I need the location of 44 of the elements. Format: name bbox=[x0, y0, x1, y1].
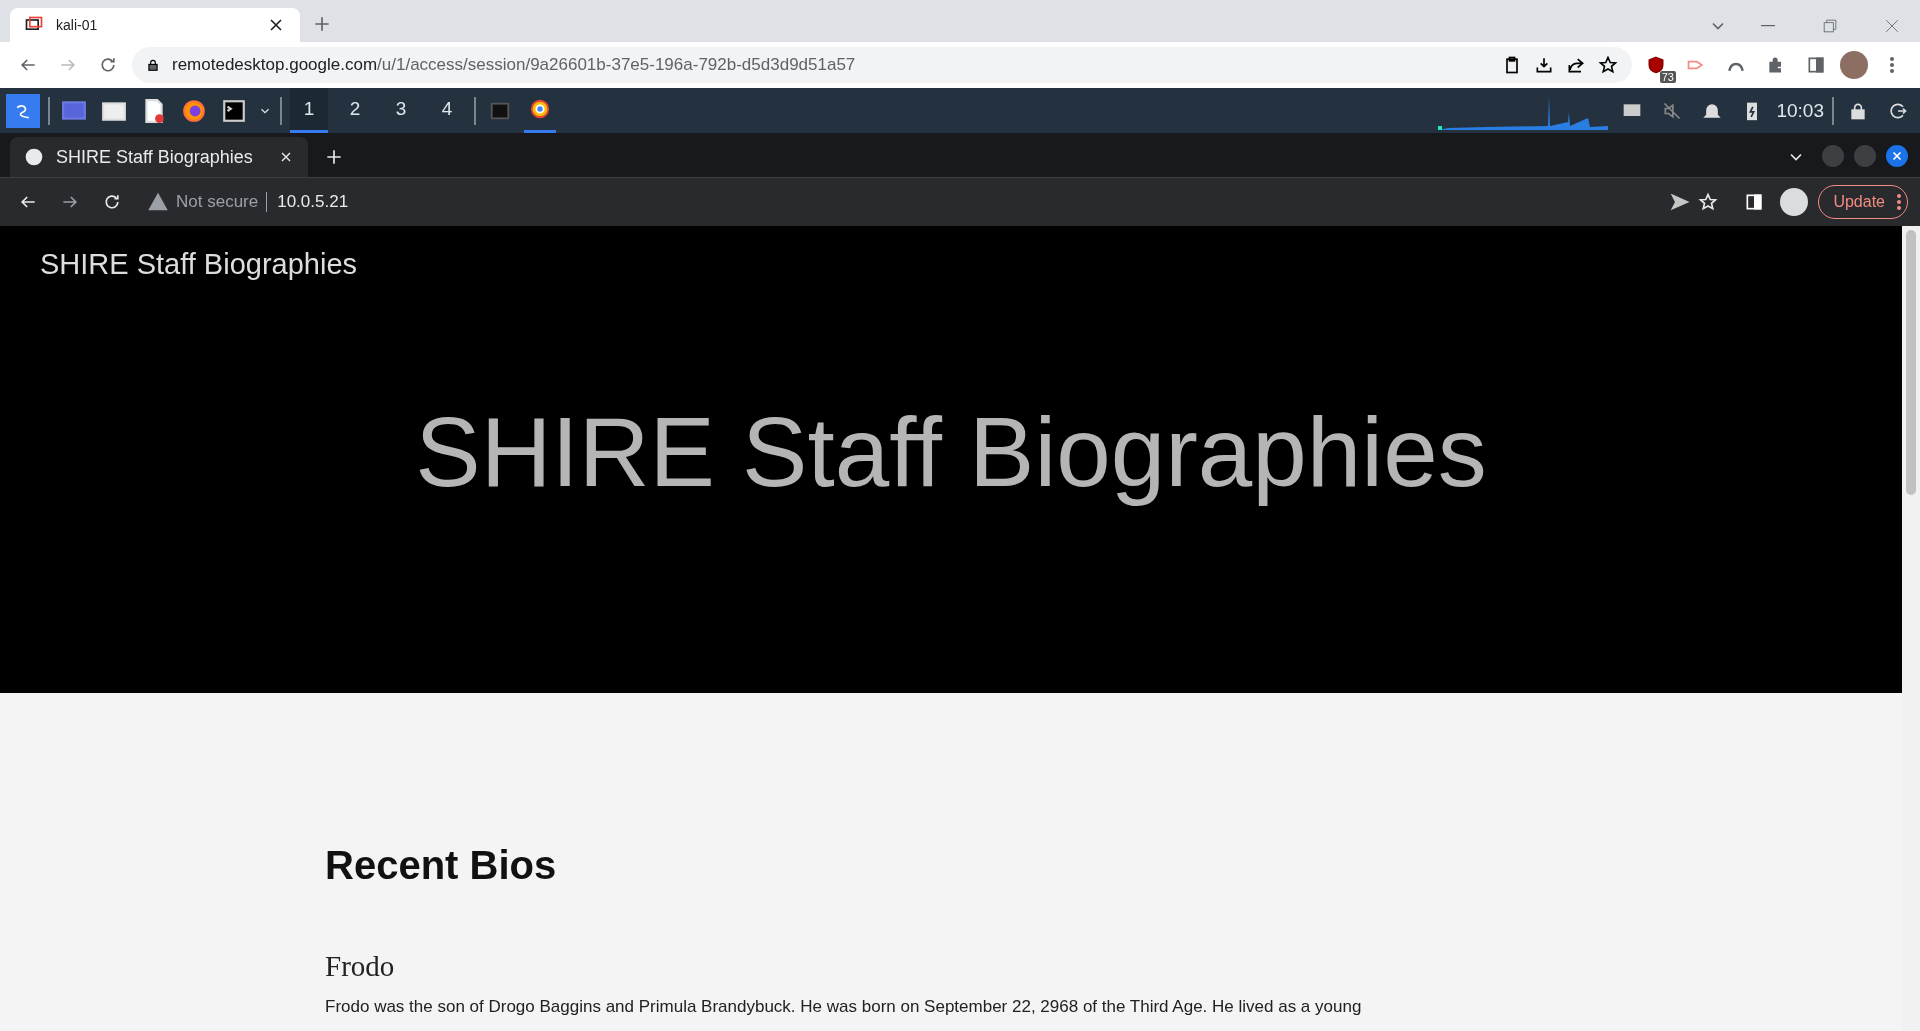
reload-icon bbox=[98, 55, 118, 75]
profile-avatar[interactable] bbox=[1840, 51, 1868, 79]
workspace-button[interactable]: 1 bbox=[290, 88, 328, 133]
globe-flame-icon bbox=[181, 97, 207, 124]
download-icon bbox=[1534, 55, 1554, 75]
more-vertical-icon bbox=[1890, 57, 1894, 73]
scrollbar[interactable] bbox=[1902, 226, 1920, 1031]
url-text: 10.0.5.21 bbox=[266, 192, 349, 212]
lock-icon bbox=[146, 58, 160, 72]
profile-avatar[interactable] bbox=[1780, 188, 1809, 216]
url-text: remotedesktop.google.com/u/1/access/session/9a26601b-37e5-196a-792b-d5d3d9d51a57 bbox=[172, 55, 857, 75]
side-panel-icon bbox=[1806, 55, 1826, 75]
bio-text: Frodo was the son of Drogo Baggins and Primula Brandybuck. He was born on September 22, 2968 of the Third Age. He lived as a young bbox=[325, 997, 1363, 1017]
security-label: Not secure bbox=[176, 192, 259, 212]
workspace-button[interactable]: 4 bbox=[428, 88, 466, 133]
bio-name: Frodo bbox=[325, 950, 396, 983]
address-bar[interactable]: remotedesktop.google.com/u/1/access/session/9a26601b-37e5-196a-792b-d5d3d9d51a57 bbox=[132, 47, 1632, 83]
scrollbar-thumb[interactable] bbox=[1906, 230, 1916, 495]
browser-tab[interactable]: kali-01 bbox=[10, 8, 300, 42]
extension-badge: 73 bbox=[1659, 71, 1676, 83]
speaker-muted-icon bbox=[1662, 100, 1683, 121]
warning-icon bbox=[148, 192, 168, 212]
shield-icon bbox=[1646, 55, 1666, 75]
star-icon[interactable] bbox=[1598, 55, 1618, 75]
browser-tab[interactable]: SHIRE Staff Biographies bbox=[10, 137, 308, 177]
terminal-icon bbox=[221, 97, 247, 124]
side-panel-icon bbox=[1744, 192, 1765, 212]
close-icon bbox=[1890, 149, 1904, 163]
plus-icon bbox=[312, 14, 332, 34]
clock-text: 10:03 bbox=[1776, 99, 1824, 122]
reload-icon bbox=[102, 192, 122, 212]
close-window-button[interactable] bbox=[1886, 145, 1908, 167]
workspace-button[interactable]: 2 bbox=[336, 88, 374, 133]
hero-title: SHIRE Staff Biographies bbox=[414, 395, 1488, 509]
site-title[interactable]: SHIRE Staff Biographies bbox=[0, 226, 1902, 281]
app-menu-button[interactable] bbox=[6, 93, 40, 128]
globe-icon bbox=[24, 147, 44, 167]
plus-icon bbox=[324, 147, 344, 167]
chrome-icon bbox=[529, 98, 551, 120]
more-vertical-icon bbox=[1897, 194, 1901, 210]
send-icon bbox=[1670, 192, 1691, 212]
section-heading: Recent Bios bbox=[325, 843, 558, 888]
minimize-icon bbox=[1761, 25, 1775, 27]
workspace-button[interactable]: 3 bbox=[382, 88, 420, 133]
